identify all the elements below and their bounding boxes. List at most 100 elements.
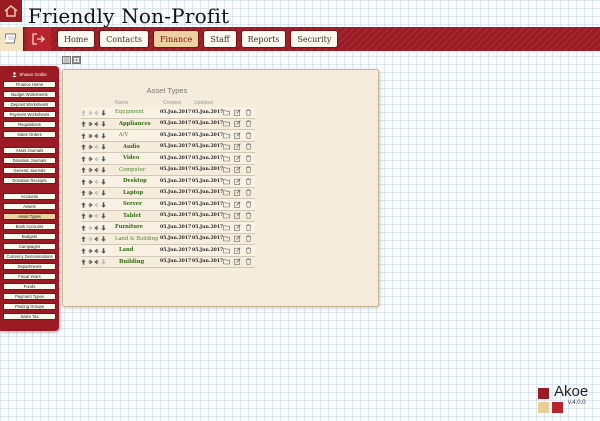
outdent-icon[interactable] xyxy=(88,109,93,116)
outdent-icon[interactable] xyxy=(88,121,93,128)
delete-icon[interactable] xyxy=(245,166,252,173)
sidebar-item-donation-receipts[interactable]: Donation Receipts xyxy=(3,177,56,184)
move-up-icon[interactable] xyxy=(81,178,86,185)
edit-icon[interactable] xyxy=(234,258,241,265)
asset-type-name-link[interactable]: Land xyxy=(119,247,133,253)
move-down-icon[interactable] xyxy=(100,190,106,197)
edit-icon[interactable] xyxy=(234,108,241,116)
move-up-icon[interactable] xyxy=(81,213,86,220)
indent-icon[interactable] xyxy=(94,121,99,128)
delete-icon[interactable] xyxy=(245,120,252,127)
open-folder-icon[interactable] xyxy=(223,120,230,127)
open-folder-icon[interactable] xyxy=(223,201,230,208)
edit-icon[interactable] xyxy=(234,189,241,196)
asset-type-name-link[interactable]: Furniture xyxy=(115,224,143,230)
move-down-icon[interactable] xyxy=(100,224,106,231)
delete-icon[interactable] xyxy=(245,109,252,116)
indent-icon[interactable] xyxy=(94,109,99,116)
indent-icon[interactable] xyxy=(94,178,99,185)
tab-reports[interactable]: Reports xyxy=(240,30,287,48)
edit-icon[interactable] xyxy=(234,154,241,162)
asset-type-name-link[interactable]: Audio xyxy=(123,144,140,150)
notes-button[interactable] xyxy=(0,27,24,51)
move-down-icon[interactable] xyxy=(100,155,106,162)
sidebar-item-bank-accounts[interactable]: Bank Accounts xyxy=(3,223,56,230)
indent-icon[interactable] xyxy=(94,155,99,162)
delete-icon[interactable] xyxy=(245,132,252,139)
edit-icon[interactable] xyxy=(234,166,241,173)
sidebar-item-accounts[interactable]: Accounts xyxy=(3,193,56,200)
edit-icon[interactable] xyxy=(234,223,241,231)
delete-icon[interactable] xyxy=(245,201,252,208)
indent-icon[interactable] xyxy=(94,132,99,139)
outdent-icon[interactable] xyxy=(88,201,93,208)
move-down-icon[interactable] xyxy=(100,201,106,208)
indent-icon[interactable] xyxy=(94,167,99,174)
outdent-icon[interactable] xyxy=(88,224,93,231)
open-folder-icon[interactable] xyxy=(223,189,230,196)
sidebar-item-sales-tax[interactable]: Sales Tax xyxy=(3,313,56,320)
move-down-icon[interactable] xyxy=(100,247,106,254)
delete-icon[interactable] xyxy=(245,178,252,185)
move-up-icon[interactable] xyxy=(81,155,86,162)
delete-icon[interactable] xyxy=(245,155,252,162)
tab-finance[interactable]: Finance xyxy=(153,30,200,48)
indent-icon[interactable] xyxy=(94,247,99,254)
open-folder-icon[interactable] xyxy=(223,132,230,139)
outdent-icon[interactable] xyxy=(88,190,93,197)
asset-type-name-link[interactable]: Video xyxy=(123,155,139,161)
edit-icon[interactable] xyxy=(234,212,241,219)
delete-icon[interactable] xyxy=(245,143,252,150)
sidebar-item-donation-journals[interactable]: Donation Journals xyxy=(3,157,56,164)
edit-icon[interactable] xyxy=(234,131,241,139)
indent-icon[interactable] xyxy=(94,224,99,231)
indent-icon[interactable] xyxy=(94,190,99,197)
move-down-icon[interactable] xyxy=(100,144,106,151)
tab-security[interactable]: Security xyxy=(290,30,339,48)
sidebar-item-asset-types[interactable]: Asset Types xyxy=(3,213,56,220)
sidebar-item-departments[interactable]: Departments xyxy=(3,263,56,270)
move-down-icon[interactable] xyxy=(100,213,106,220)
sidebar-item-finance-home[interactable]: Finance Home xyxy=(3,81,56,88)
tab-staff[interactable]: Staff xyxy=(203,30,237,48)
asset-type-name-link[interactable]: Server xyxy=(123,201,142,207)
edit-icon[interactable] xyxy=(234,177,241,185)
open-folder-icon[interactable] xyxy=(223,178,230,185)
delete-icon[interactable] xyxy=(245,258,252,265)
outdent-icon[interactable] xyxy=(88,155,93,162)
tab-home[interactable]: Home xyxy=(57,30,96,48)
sidebar-item-budget-worksheets[interactable]: Budget Worksheets xyxy=(3,91,56,98)
open-folder-icon[interactable] xyxy=(223,258,230,265)
move-up-icon[interactable] xyxy=(81,167,86,174)
open-folder-icon[interactable] xyxy=(223,143,230,150)
asset-type-name-link[interactable]: A/V xyxy=(119,132,128,138)
indent-icon[interactable] xyxy=(94,259,99,266)
delete-icon[interactable] xyxy=(245,247,252,254)
sidebar-item-asset-journals[interactable]: Asset Journals xyxy=(3,147,56,154)
open-folder-icon[interactable] xyxy=(223,212,230,219)
sidebar-item-campaigns[interactable]: Campaigns xyxy=(3,243,56,250)
tab-contacts[interactable]: Contacts xyxy=(99,30,149,48)
indent-icon[interactable] xyxy=(94,236,99,243)
outdent-icon[interactable] xyxy=(88,144,93,151)
outdent-icon[interactable] xyxy=(88,259,93,266)
move-down-icon[interactable] xyxy=(100,132,106,139)
move-down-icon[interactable] xyxy=(100,167,106,174)
sidebar-item-budgets[interactable]: Budgets xyxy=(3,233,56,240)
edit-icon[interactable] xyxy=(234,120,241,127)
outdent-icon[interactable] xyxy=(88,213,93,220)
edit-icon[interactable] xyxy=(234,235,241,242)
sidebar-item-general-journals[interactable]: General Journals xyxy=(3,167,56,174)
move-down-icon[interactable] xyxy=(100,109,106,116)
asset-type-name-link[interactable]: Laptop xyxy=(123,190,143,196)
grid-view-button[interactable] xyxy=(72,56,81,64)
move-up-icon[interactable] xyxy=(81,247,86,254)
open-folder-icon[interactable] xyxy=(223,224,230,231)
open-folder-icon[interactable] xyxy=(223,109,230,116)
sidebar-item-fiscal-years[interactable]: Fiscal Years xyxy=(3,273,56,280)
asset-type-name-link[interactable]: Building xyxy=(119,259,144,265)
home-icon-box[interactable] xyxy=(0,0,22,22)
indent-icon[interactable] xyxy=(94,201,99,208)
outdent-icon[interactable] xyxy=(88,178,93,185)
sidebar-item-payment-worksheets[interactable]: Payment Worksheets xyxy=(3,111,56,118)
